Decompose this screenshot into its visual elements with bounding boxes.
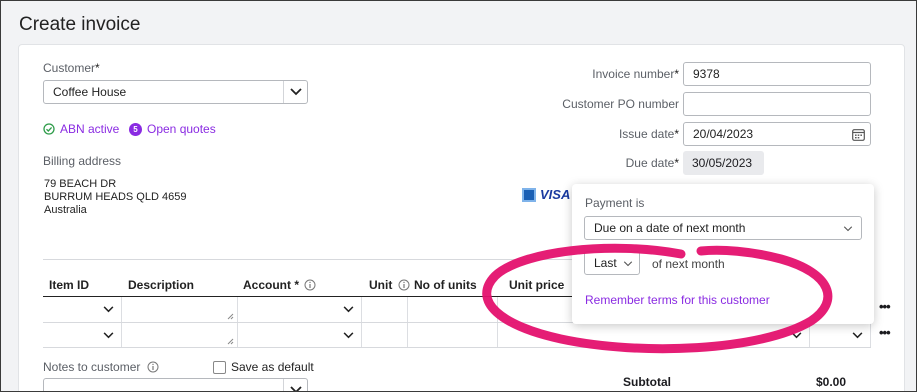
- page-title: Create invoice: [19, 14, 141, 35]
- row-actions-button[interactable]: •••: [879, 325, 891, 340]
- chevron-down-icon: [623, 261, 633, 267]
- item-id-select[interactable]: [43, 323, 122, 347]
- chevron-down-icon: [283, 379, 307, 391]
- customer-po-label: Customer PO number: [562, 97, 679, 111]
- unit-input[interactable]: [362, 297, 408, 322]
- abn-status-link[interactable]: ABN active: [60, 122, 119, 136]
- check-circle-icon: [43, 123, 55, 135]
- chevron-down-icon: [843, 226, 853, 232]
- item-id-select[interactable]: [43, 297, 122, 322]
- info-icon[interactable]: [147, 361, 159, 373]
- invoice-number-value: 9378: [693, 67, 720, 81]
- save-as-default-label: Save as default: [231, 360, 314, 374]
- job-select[interactable]: [810, 323, 871, 347]
- notes-label: Notes to customer: [43, 360, 159, 374]
- unit-input[interactable]: [362, 323, 408, 347]
- customer-po-field[interactable]: [683, 92, 871, 116]
- chevron-down-icon: [791, 332, 802, 339]
- due-date-button[interactable]: 30/05/2023: [683, 151, 764, 175]
- issue-date-label: Issue date*: [618, 127, 679, 141]
- window: Create invoice Customer* Coffee House AB…: [0, 0, 917, 392]
- account-select[interactable]: [238, 297, 362, 322]
- invoice-number-field[interactable]: 9378: [683, 62, 871, 86]
- column-header-item-id: Item ID: [49, 278, 90, 292]
- description-input[interactable]: [122, 297, 238, 322]
- payment-terms-value: Due on a date of next month: [594, 221, 746, 235]
- column-header-unit: Unit: [369, 278, 410, 298]
- chevron-down-icon: [343, 332, 354, 339]
- chevron-down-icon: [103, 306, 114, 313]
- billing-address-line2: BURRUM HEADS QLD 4659: [44, 191, 187, 203]
- abn-status: ABN active: [43, 122, 119, 136]
- column-header-no-of-units: No of units: [414, 278, 477, 292]
- info-icon[interactable]: [398, 279, 410, 291]
- account-select[interactable]: [238, 323, 362, 347]
- tax-select[interactable]: [652, 323, 810, 347]
- row-separator: [43, 347, 871, 348]
- invoice-number-label: Invoice number*: [592, 67, 679, 81]
- row-actions-button[interactable]: •••: [879, 299, 891, 314]
- payment-day-value: Last: [594, 256, 617, 270]
- no-of-units-input[interactable]: [408, 297, 498, 322]
- bank-icon: [522, 187, 536, 202]
- chevron-down-icon: [103, 332, 114, 339]
- issue-date-field[interactable]: 20/04/2023: [683, 122, 871, 146]
- payment-is-label: Payment is: [585, 196, 645, 210]
- notes-select[interactable]: [43, 378, 308, 391]
- payment-terms-popover: Payment is Due on a date of next month L…: [572, 184, 874, 324]
- calendar-icon[interactable]: [852, 128, 865, 141]
- open-quotes[interactable]: 5 Open quotes: [129, 122, 216, 136]
- resize-handle-icon[interactable]: [227, 338, 234, 345]
- resize-handle-icon[interactable]: [227, 313, 234, 320]
- remember-terms-link[interactable]: Remember terms for this customer: [585, 293, 770, 307]
- chevron-down-icon: [283, 81, 307, 103]
- open-quotes-link[interactable]: Open quotes: [147, 122, 216, 136]
- description-input[interactable]: [122, 323, 238, 347]
- info-icon[interactable]: [304, 279, 316, 291]
- issue-date-value: 20/04/2023: [693, 127, 754, 141]
- column-header-account: Account *: [243, 278, 316, 298]
- customer-label: Customer*: [43, 61, 100, 75]
- customer-select-value: Coffee House: [53, 85, 127, 99]
- subtotal-label: Subtotal: [623, 375, 671, 389]
- due-date-label: Due date*: [625, 156, 679, 170]
- due-date-value: 30/05/2023: [692, 156, 753, 170]
- billing-address-line3: Australia: [44, 204, 87, 216]
- billing-address-line1: 79 BEACH DR: [44, 178, 117, 190]
- payment-logos: VISA (: [522, 187, 576, 202]
- chevron-down-icon: [852, 332, 863, 339]
- save-as-default-checkbox[interactable]: [213, 361, 226, 374]
- payment-day-suffix: of next month: [652, 257, 725, 271]
- customer-select[interactable]: Coffee House: [43, 80, 308, 104]
- payment-terms-select[interactable]: Due on a date of next month: [584, 216, 862, 240]
- subtotal-value: $0.00: [816, 375, 847, 389]
- chevron-down-icon: [343, 306, 354, 313]
- open-quotes-count-badge: 5: [129, 122, 142, 136]
- column-header-description: Description: [128, 278, 195, 292]
- billing-address-label: Billing address: [43, 154, 122, 168]
- visa-logo: VISA: [540, 187, 571, 202]
- payment-day-select[interactable]: Last: [584, 251, 640, 275]
- column-header-unit-price: Unit price: [509, 278, 565, 292]
- no-of-units-input[interactable]: [408, 323, 498, 347]
